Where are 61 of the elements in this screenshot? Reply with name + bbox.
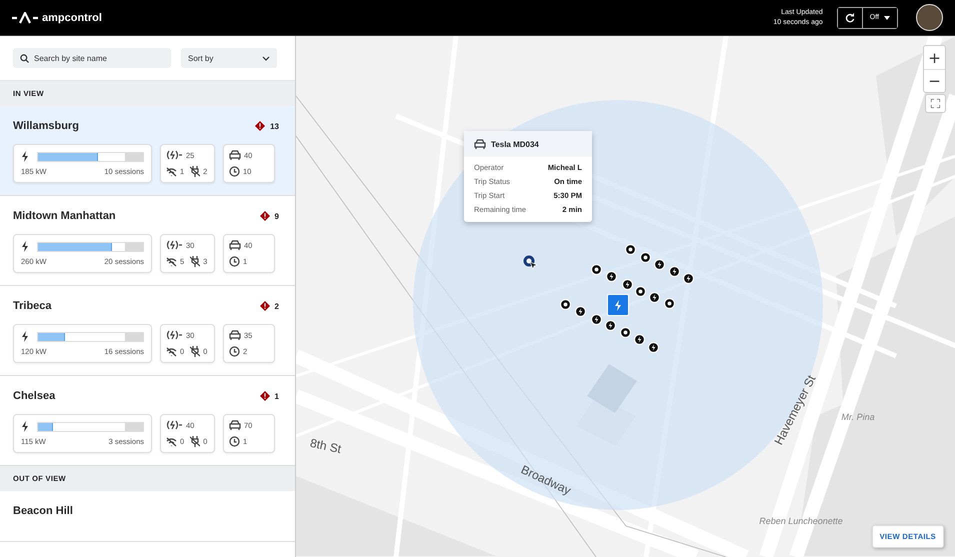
avatar[interactable] xyxy=(916,4,943,31)
alert-count: 2 xyxy=(274,302,279,310)
charging-hub-icon[interactable] xyxy=(607,294,629,316)
capacity-segment xyxy=(125,152,143,160)
site-name[interactable]: Tribeca xyxy=(13,300,52,312)
place-label: Reben Luncheonette xyxy=(759,516,843,526)
logo-icon xyxy=(12,12,38,24)
alert-icon xyxy=(260,211,270,221)
capacity-segment xyxy=(125,422,143,430)
car-icon xyxy=(229,240,241,250)
alert-icon xyxy=(260,391,270,401)
car-icon xyxy=(474,139,486,149)
vehicle-name: Tesla MD034 xyxy=(491,140,539,148)
alert-count: 1 xyxy=(274,392,279,400)
site-name[interactable]: Willamsburg xyxy=(13,120,79,132)
site-name[interactable]: Midtown Manhattan xyxy=(13,210,116,222)
logo-text: ampcontrol xyxy=(42,12,102,24)
plug-off-icon xyxy=(190,256,200,267)
charger-icon xyxy=(166,420,183,430)
refresh-icon xyxy=(844,12,855,22)
car-icon xyxy=(229,420,241,430)
alert-count: 13 xyxy=(270,122,279,130)
street-label: 8th St xyxy=(308,436,342,456)
wifi-off-icon xyxy=(166,256,177,266)
lightning-icon xyxy=(21,331,29,342)
lightning-icon xyxy=(21,421,29,432)
clock-icon xyxy=(229,436,240,447)
place-label: Mr. Pina xyxy=(841,412,875,422)
alert-icon xyxy=(260,301,270,311)
search-icon xyxy=(20,54,29,62)
clock-icon xyxy=(229,346,240,357)
chevron-icon xyxy=(262,56,270,60)
fullscreen-button[interactable] xyxy=(925,94,946,113)
alert-count: 9 xyxy=(274,212,279,220)
wifi-off-icon xyxy=(166,166,177,176)
alert-icon xyxy=(255,121,266,131)
fullscreen-icon xyxy=(931,99,940,108)
search-field[interactable]: Search by site name xyxy=(13,48,171,68)
plug-off-icon xyxy=(190,346,200,357)
capacity-segment xyxy=(125,332,143,340)
site-name[interactable]: Beacon Hill xyxy=(13,505,73,517)
charger-icon xyxy=(166,330,183,340)
wifi-off-icon xyxy=(166,436,177,446)
caret-icon xyxy=(884,16,890,20)
zoom-in-button[interactable]: + xyxy=(924,46,945,69)
charger-icon xyxy=(166,240,183,250)
zoom-out-button[interactable]: − xyxy=(924,69,945,92)
sort-dropdown[interactable]: Sort by xyxy=(181,48,277,68)
capacity-segment xyxy=(125,242,143,250)
site-name[interactable]: Chelsea xyxy=(13,390,56,402)
plug-off-icon xyxy=(190,166,200,177)
clock-icon xyxy=(229,166,240,177)
lightning-icon xyxy=(21,241,29,252)
car-icon xyxy=(229,330,241,340)
car-icon xyxy=(229,150,241,160)
charger-icon xyxy=(166,150,183,160)
plug-off-icon xyxy=(190,436,200,447)
lightning-icon xyxy=(21,151,29,162)
clock-icon xyxy=(229,256,240,267)
vehicle-marker-icon[interactable] xyxy=(523,255,539,271)
wifi-off-icon xyxy=(166,346,177,356)
